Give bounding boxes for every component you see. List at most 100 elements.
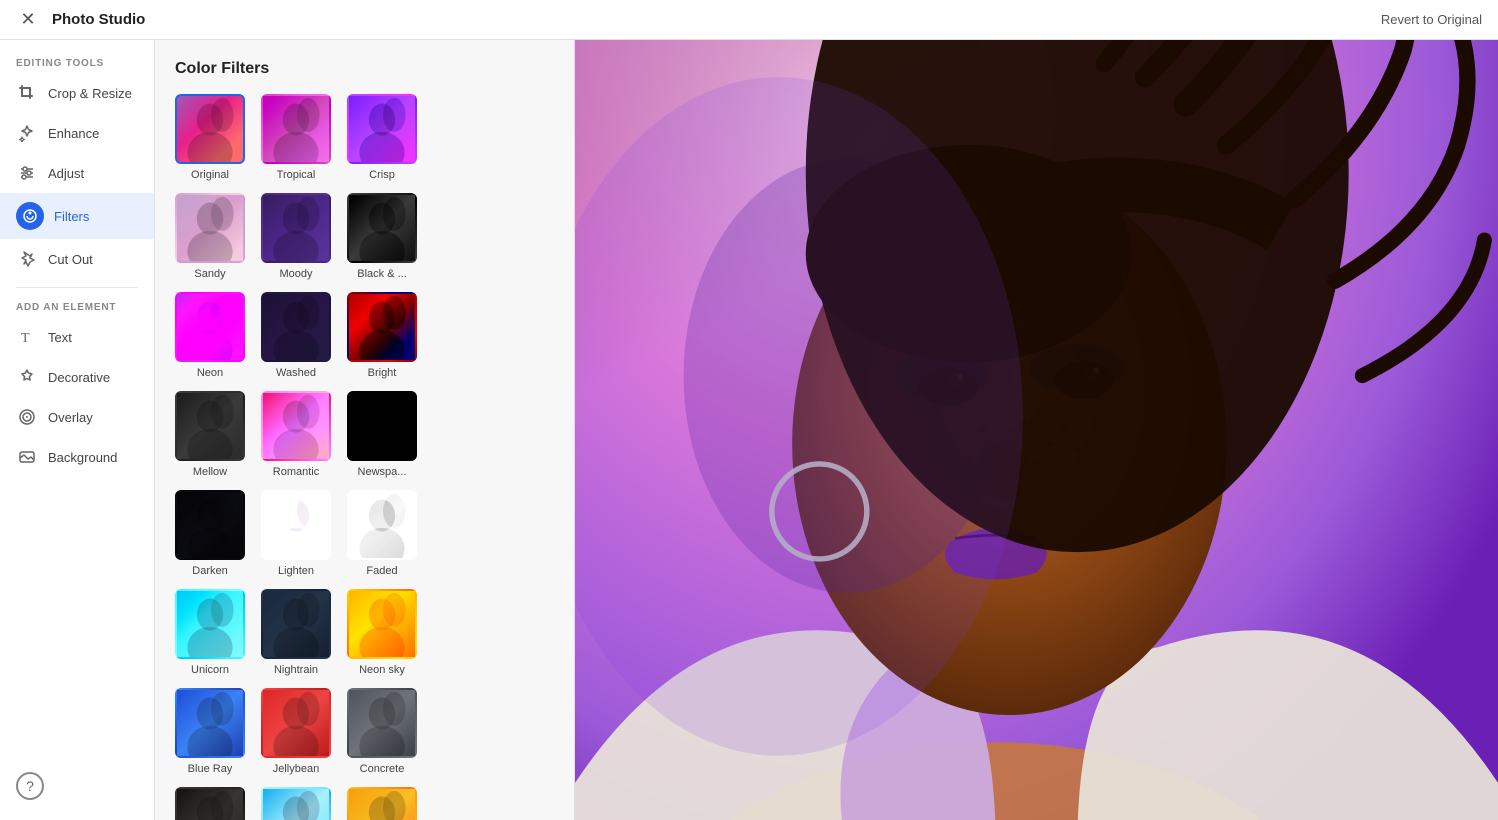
filter-item-neonsky[interactable]: Neon sky — [347, 589, 417, 676]
filter-item-newspaper[interactable]: Newspa... — [347, 391, 417, 478]
overlay-icon — [16, 406, 38, 428]
filter-thumb-lighten — [261, 490, 331, 560]
filter-item-romantic[interactable]: Romantic — [261, 391, 331, 478]
filters-grid: Original Tropical Crisp Sandy Moody Blac… — [175, 94, 574, 820]
filter-thumb-romantic — [261, 391, 331, 461]
filter-thumb-washed — [261, 292, 331, 362]
filter-thumb-neonsky — [347, 589, 417, 659]
filter-label-black: Black & ... — [357, 268, 407, 280]
filter-item-lighten[interactable]: Lighten — [261, 490, 331, 577]
filter-item-jellybean[interactable]: Jellybean — [261, 688, 331, 775]
decorative-icon — [16, 366, 38, 388]
sidebar-item-text[interactable]: T Text — [0, 317, 154, 357]
filter-item-tropical[interactable]: Tropical — [261, 94, 331, 181]
sidebar-item-adjust[interactable]: Adjust — [0, 153, 154, 193]
filter-thumb-original — [175, 94, 245, 164]
filter-item-nightrain[interactable]: Nightrain — [261, 589, 331, 676]
filter-item-row8b[interactable] — [261, 787, 331, 820]
sidebar-divider — [16, 287, 138, 288]
filter-label-mellow: Mellow — [193, 466, 227, 478]
crop-icon — [16, 82, 38, 104]
filter-label-lighten: Lighten — [278, 565, 314, 577]
filter-item-black[interactable]: Black & ... — [347, 193, 417, 280]
filter-thumb-darken — [175, 490, 245, 560]
filter-item-unicorn[interactable]: Unicorn — [175, 589, 245, 676]
filter-thumb-sandy — [175, 193, 245, 263]
filter-item-bright[interactable]: Bright — [347, 292, 417, 379]
filter-item-darken[interactable]: Darken — [175, 490, 245, 577]
sidebar: EDITING TOOLS Crop & Resize Enhance — [0, 40, 155, 820]
filter-label-concrete: Concrete — [360, 763, 405, 775]
filter-label-sandy: Sandy — [194, 268, 225, 280]
topbar: ✕ Photo Studio Revert to Original — [0, 0, 1498, 40]
filter-thumb-tropical — [261, 94, 331, 164]
filters-panel-title: Color Filters — [175, 60, 574, 78]
filter-label-original: Original — [191, 169, 229, 181]
filter-thumb-crisp — [347, 94, 417, 164]
revert-to-original-button[interactable]: Revert to Original — [1381, 12, 1482, 27]
help-button[interactable]: ? — [16, 772, 44, 800]
filter-item-blueray[interactable]: Blue Ray — [175, 688, 245, 775]
sidebar-item-overlay-label: Overlay — [48, 410, 93, 425]
app-title: Photo Studio — [52, 11, 145, 28]
filter-thumb-row8a — [175, 787, 245, 820]
filter-label-crisp: Crisp — [369, 169, 395, 181]
filter-label-unicorn: Unicorn — [191, 664, 229, 676]
sidebar-item-overlay[interactable]: Overlay — [0, 397, 154, 437]
filter-thumb-row8c — [347, 787, 417, 820]
filter-label-darken: Darken — [192, 565, 227, 577]
sidebar-item-decorative-label: Decorative — [48, 370, 110, 385]
sidebar-item-enhance[interactable]: Enhance — [0, 113, 154, 153]
sidebar-item-crop-label: Crop & Resize — [48, 86, 132, 101]
editing-tools-label: EDITING TOOLS — [0, 52, 154, 73]
sidebar-item-cutout[interactable]: Cut Out — [0, 239, 154, 279]
filter-item-crisp[interactable]: Crisp — [347, 94, 417, 181]
filter-thumb-faded — [347, 490, 417, 560]
filter-item-row8a[interactable] — [175, 787, 245, 820]
filter-label-blueray: Blue Ray — [188, 763, 233, 775]
background-icon — [16, 446, 38, 468]
filter-thumb-concrete — [347, 688, 417, 758]
sidebar-item-crop[interactable]: Crop & Resize — [0, 73, 154, 113]
filter-thumb-mellow — [175, 391, 245, 461]
photo-area — [575, 40, 1498, 820]
filter-item-mellow[interactable]: Mellow — [175, 391, 245, 478]
filter-item-original[interactable]: Original — [175, 94, 245, 181]
photo-main — [575, 40, 1498, 820]
sidebar-item-enhance-label: Enhance — [48, 126, 99, 141]
filter-item-row8c[interactable] — [347, 787, 417, 820]
filter-thumb-nightrain — [261, 589, 331, 659]
enhance-icon — [16, 122, 38, 144]
topbar-left: ✕ Photo Studio — [16, 8, 145, 32]
text-icon: T — [16, 326, 38, 348]
filter-item-sandy[interactable]: Sandy — [175, 193, 245, 280]
filter-label-bright: Bright — [368, 367, 397, 379]
filter-label-neonsky: Neon sky — [359, 664, 405, 676]
filter-item-moody[interactable]: Moody — [261, 193, 331, 280]
sidebar-item-background[interactable]: Background — [0, 437, 154, 477]
sidebar-item-filters[interactable]: Filters — [0, 193, 154, 239]
filter-thumb-moody — [261, 193, 331, 263]
filter-thumb-jellybean — [261, 688, 331, 758]
filter-item-neon[interactable]: Neon — [175, 292, 245, 379]
main-layout: EDITING TOOLS Crop & Resize Enhance — [0, 40, 1498, 820]
filter-item-concrete[interactable]: Concrete — [347, 688, 417, 775]
close-button[interactable]: ✕ — [16, 8, 40, 32]
sidebar-item-text-label: Text — [48, 330, 72, 345]
filter-label-faded: Faded — [366, 565, 397, 577]
filter-label-tropical: Tropical — [277, 169, 316, 181]
filter-item-faded[interactable]: Faded — [347, 490, 417, 577]
filter-label-jellybean: Jellybean — [273, 763, 319, 775]
sidebar-item-filters-label: Filters — [54, 209, 89, 224]
sidebar-item-decorative[interactable]: Decorative — [0, 357, 154, 397]
filters-icon — [16, 202, 44, 230]
filter-label-romantic: Romantic — [273, 466, 319, 478]
filter-label-washed: Washed — [276, 367, 316, 379]
sidebar-item-adjust-label: Adjust — [48, 166, 84, 181]
filters-panel: Color Filters Original Tropical Crisp Sa… — [155, 40, 575, 820]
filter-thumb-bright — [347, 292, 417, 362]
filter-item-washed[interactable]: Washed — [261, 292, 331, 379]
cutout-icon — [16, 248, 38, 270]
adjust-icon — [16, 162, 38, 184]
filter-thumb-neon — [175, 292, 245, 362]
